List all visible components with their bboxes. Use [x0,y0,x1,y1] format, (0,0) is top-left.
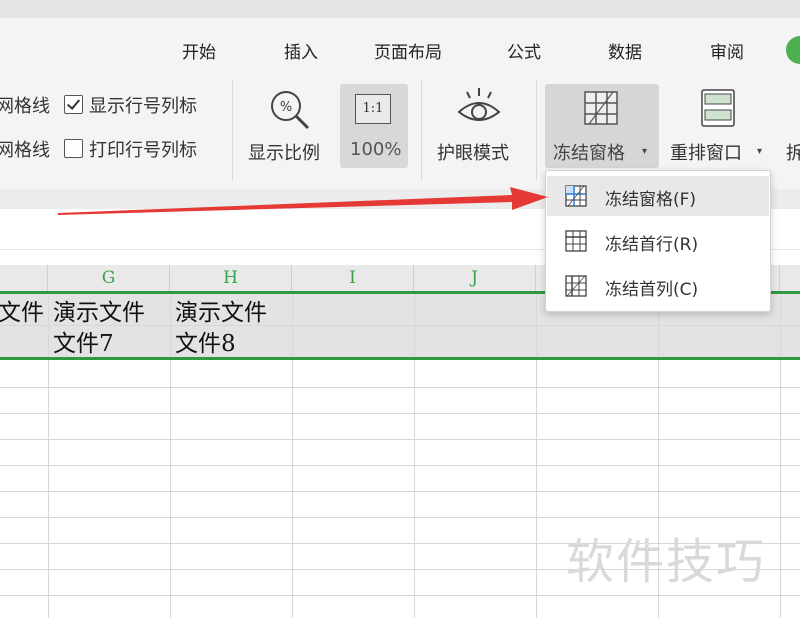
freeze-panes-button[interactable]: 冻结窗格 ▾ [545,84,659,168]
menu-item-freeze-top-row[interactable]: 冻结首行(R) [547,221,769,261]
checkbox-checked-icon[interactable] [64,95,83,114]
column-header-f[interactable] [0,265,48,291]
ribbon-divider [536,80,537,180]
eye-protection-mode-button[interactable]: 护眼模式 [433,84,525,170]
eye-icon [457,88,501,121]
checkbox-unchecked-icon[interactable] [64,139,83,158]
chevron-down-icon: ▾ [642,146,648,157]
arrange-windows-label: 重排窗口 [670,143,742,164]
column-header-j[interactable]: J [414,265,536,291]
zoom-label: 显示比例 [248,143,320,164]
checkbox-gridlines-print[interactable]: 网格线 [0,136,50,162]
ribbon-divider [232,80,233,180]
column-header-g[interactable]: G [48,265,170,291]
tab-data[interactable]: 数据 [608,38,642,63]
checkbox-show-row-col-headers[interactable]: 显示行号列标 [60,92,197,118]
freeze-panes-label: 冻结窗格 [553,143,625,164]
grid-line [0,439,800,440]
eye-mode-label: 护眼模式 [437,143,509,164]
cell-h1-line1[interactable]: 演示文件 [175,297,267,329]
checkbox-label: 显示行号列标 [89,96,197,117]
freeze-top-row-icon [565,230,587,252]
column-header-i[interactable]: I [292,265,414,291]
zoom-100-button[interactable]: 1:1 100% [340,84,408,168]
zoom-100-label: 100% [350,139,402,160]
arrange-windows-button[interactable]: 重排窗口 ▾ [666,84,774,170]
svg-text:%: % [280,100,292,115]
zoom-button[interactable]: % 显示比例 [245,84,335,170]
grid-line [0,465,800,466]
watermark: 软件技巧 [566,534,767,590]
split-window-label[interactable]: 拆 [786,139,800,165]
one-to-one-icon: 1:1 [355,94,391,124]
checkbox-label: 打印行号列标 [89,140,197,161]
grid-line [0,517,800,518]
tab-page-layout[interactable]: 页面布局 [374,38,442,63]
freeze-panes-grid-icon [584,91,618,125]
menu-item-freeze-first-column[interactable]: 冻结首列(C) [547,266,769,306]
tab-review[interactable]: 审阅 [710,38,744,63]
zoom-magnifier-icon: % [271,91,310,130]
cell-g1-line1[interactable]: 演示文件 [53,297,145,329]
ribbon-divider [421,80,422,180]
menu-item-label: 冻结首行(R) [605,235,699,255]
checkbox-label: 网格线 [0,140,50,161]
freeze-panes-icon [565,185,587,207]
menu-item-label: 冻结窗格(F) [605,190,697,210]
grid-line [0,491,800,492]
menu-item-label: 冻结首列(C) [605,280,699,300]
column-header-h[interactable]: H [170,265,292,291]
cell-h1-line2[interactable]: 文件8 [175,328,236,360]
freeze-line-bottom [0,357,800,360]
grid-line [0,387,800,388]
cell-f1[interactable]: 文件 [0,297,44,329]
freeze-panes-dropdown: 冻结窗格(F) 冻结首行(R) 冻结首列(C) [545,170,771,312]
tab-formulas[interactable]: 公式 [507,38,541,63]
checkbox-label: 网格线 [0,96,50,117]
tab-insert[interactable]: 插入 [284,38,318,63]
grid-line [0,595,800,596]
window-top-strip [0,0,800,18]
tab-home[interactable]: 开始 [182,38,216,63]
menu-item-freeze-panes[interactable]: 冻结窗格(F) [547,176,769,216]
chevron-down-icon: ▾ [757,146,763,157]
checkbox-print-row-col-headers[interactable]: 打印行号列标 [60,136,197,162]
grid-line [0,413,800,414]
freeze-first-column-icon [565,275,587,297]
checkbox-gridlines-view[interactable]: 网格线 [0,92,50,118]
arrange-windows-icon [701,89,735,127]
cell-g1-line2[interactable]: 文件7 [53,328,114,360]
